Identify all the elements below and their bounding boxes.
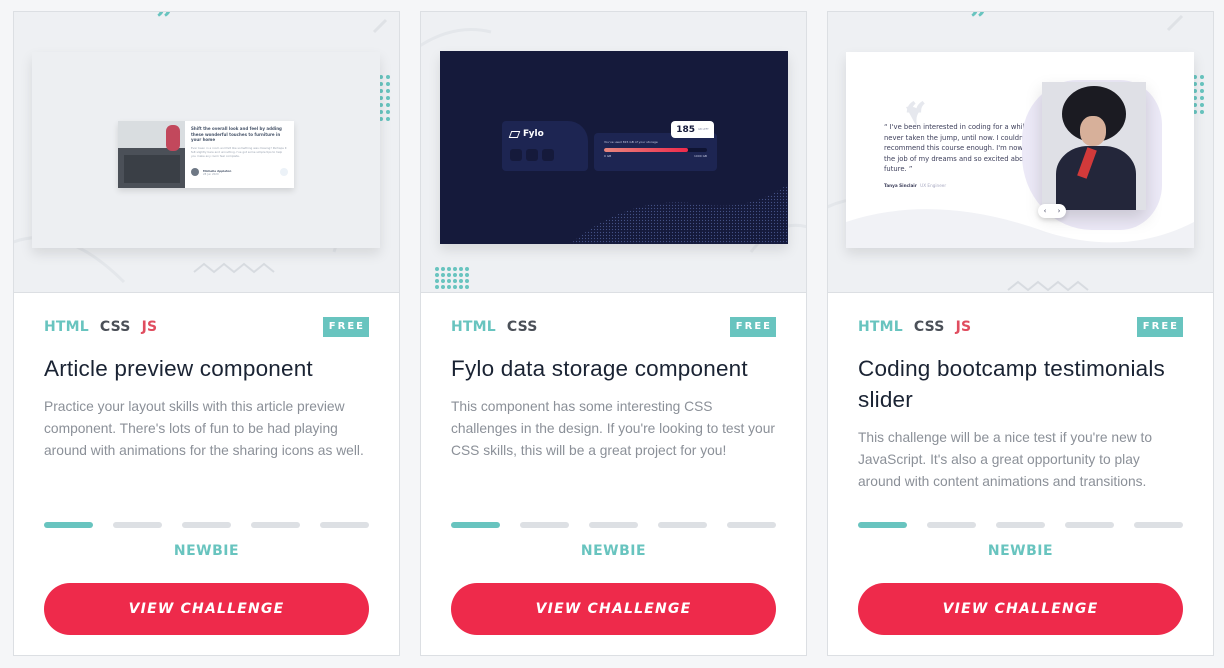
challenge-description: This challenge will be a nice test if yo… bbox=[858, 430, 1153, 489]
difficulty-meter: NEWBIE bbox=[44, 522, 369, 559]
upload-icon bbox=[542, 149, 554, 161]
difficulty-bar-4 bbox=[1065, 522, 1114, 528]
difficulty-bar-5 bbox=[1134, 522, 1183, 528]
difficulty-bar-3 bbox=[589, 522, 638, 528]
tag-css: CSS bbox=[913, 319, 945, 335]
tech-tags: HTML CSS JS FREE bbox=[44, 315, 369, 339]
difficulty-label: NEWBIE bbox=[580, 543, 647, 559]
difficulty-meter: NEWBIE bbox=[858, 522, 1183, 559]
tag-js: JS bbox=[141, 319, 158, 335]
testimonial-quote: “ I've been interested in coding for a w… bbox=[884, 123, 1044, 174]
tag-css: CSS bbox=[99, 319, 131, 335]
difficulty-bars bbox=[858, 522, 1183, 528]
tag-html: HTML bbox=[451, 319, 496, 335]
dot-grid-decoration bbox=[435, 267, 469, 289]
difficulty-bar-3 bbox=[182, 522, 231, 528]
difficulty-label: NEWBIE bbox=[987, 543, 1054, 559]
fylo-logo-text: Fylo bbox=[523, 129, 544, 139]
view-challenge-button[interactable]: VIEW CHALLENGE bbox=[451, 583, 776, 635]
challenge-description: Practice your layout skills with this ar… bbox=[44, 399, 364, 458]
usage-bar-fill bbox=[604, 148, 688, 152]
testimonial-name: Tanya Sinclair bbox=[884, 183, 917, 188]
difficulty-bars bbox=[44, 522, 369, 528]
challenge-title[interactable]: Fylo data storage component bbox=[451, 353, 776, 384]
free-badge: FREE bbox=[1136, 317, 1183, 337]
difficulty-bar-5 bbox=[727, 522, 776, 528]
difficulty-bar-2 bbox=[113, 522, 162, 528]
difficulty-bar-1 bbox=[451, 522, 500, 528]
free-badge: FREE bbox=[322, 317, 369, 337]
fylo-usage-panel: You've used 815 GB of your storage 0 GB … bbox=[594, 133, 717, 171]
dot-grid-decoration bbox=[1193, 75, 1204, 114]
difficulty-bar-1 bbox=[44, 522, 93, 528]
preview-screenshot: “ “ I've been interested in coding for a… bbox=[846, 52, 1194, 248]
share-icon bbox=[280, 168, 288, 176]
tag-js: JS bbox=[955, 319, 972, 335]
difficulty-bar-5 bbox=[320, 522, 369, 528]
usage-max-label: 1000 GB bbox=[694, 154, 707, 158]
challenge-card-testimonials-slider[interactable]: ” “ “ I've been interested in coding for… bbox=[827, 11, 1214, 656]
usage-text: You've used 815 GB of your storage bbox=[604, 140, 658, 144]
chevron-left-icon[interactable]: ‹ bbox=[1044, 207, 1047, 215]
challenge-card-article-preview[interactable]: ” Shift the overall look and feel by add… bbox=[13, 11, 400, 656]
storage-left-count: 185 bbox=[676, 124, 696, 135]
tech-tags: HTML CSS JS FREE bbox=[858, 315, 1183, 339]
quote-mark-decoration: ” bbox=[970, 12, 988, 38]
usage-min-label: 0 GB bbox=[604, 154, 612, 158]
slider-controls[interactable]: ‹ › bbox=[1038, 204, 1066, 218]
difficulty-bar-4 bbox=[251, 522, 300, 528]
difficulty-bars bbox=[451, 522, 776, 528]
challenge-title[interactable]: Coding bootcamp testimonials slider bbox=[858, 353, 1183, 415]
fylo-logo-icon bbox=[508, 130, 521, 138]
article-card-thumbnail: Shift the overall look and feel by addin… bbox=[118, 121, 294, 188]
tag-html: HTML bbox=[44, 319, 89, 335]
chevron-right-icon[interactable]: › bbox=[1058, 207, 1061, 215]
storage-left-badge: 185 GB LEFT bbox=[671, 121, 714, 138]
portrait-photo bbox=[1042, 82, 1146, 210]
challenge-preview[interactable]: ” Shift the overall look and feel by add… bbox=[14, 12, 399, 293]
storage-left-unit: GB LEFT bbox=[698, 128, 709, 131]
free-badge: FREE bbox=[729, 317, 776, 337]
difficulty-bar-2 bbox=[927, 522, 976, 528]
challenge-card-fylo-data-storage[interactable]: Fylo You've used 815 GB of your storage … bbox=[420, 11, 807, 656]
challenge-preview[interactable]: ” “ “ I've been interested in coding for… bbox=[828, 12, 1213, 293]
usage-bar bbox=[604, 148, 707, 152]
challenge-preview[interactable]: Fylo You've used 815 GB of your storage … bbox=[421, 12, 806, 293]
preview-screenshot: Fylo You've used 815 GB of your storage … bbox=[440, 51, 788, 244]
fylo-sidebar-panel: Fylo bbox=[502, 121, 588, 171]
tech-tags: HTML CSS FREE bbox=[451, 315, 776, 339]
testimonial-role: UX Engineer bbox=[920, 183, 947, 188]
article-image bbox=[118, 121, 185, 188]
difficulty-bar-1 bbox=[858, 522, 907, 528]
tag-html: HTML bbox=[858, 319, 903, 335]
article-heading: Shift the overall look and feel by addin… bbox=[191, 126, 282, 143]
view-challenge-button[interactable]: VIEW CHALLENGE bbox=[44, 583, 369, 635]
challenge-title[interactable]: Article preview component bbox=[44, 353, 369, 384]
article-author: Michelle Appleton bbox=[203, 168, 232, 173]
view-challenge-button[interactable]: VIEW CHALLENGE bbox=[858, 583, 1183, 635]
article-date: 28 Jun 2020 bbox=[203, 172, 219, 176]
article-body: Ever been in a room and felt like someth… bbox=[191, 146, 287, 158]
folder-icon bbox=[526, 149, 538, 161]
difficulty-meter: NEWBIE bbox=[451, 522, 776, 559]
challenge-description: This component has some interesting CSS … bbox=[451, 399, 775, 458]
difficulty-bar-3 bbox=[996, 522, 1045, 528]
avatar bbox=[191, 168, 199, 176]
difficulty-bar-2 bbox=[520, 522, 569, 528]
difficulty-label: NEWBIE bbox=[173, 543, 240, 559]
dot-grid-decoration bbox=[379, 75, 390, 121]
difficulty-bar-4 bbox=[658, 522, 707, 528]
quote-mark-decoration: ” bbox=[156, 12, 174, 38]
preview-screenshot: Shift the overall look and feel by addin… bbox=[32, 52, 380, 248]
document-icon bbox=[510, 149, 522, 161]
challenge-grid: ” Shift the overall look and feel by add… bbox=[13, 11, 1214, 656]
tag-css: CSS bbox=[506, 319, 538, 335]
